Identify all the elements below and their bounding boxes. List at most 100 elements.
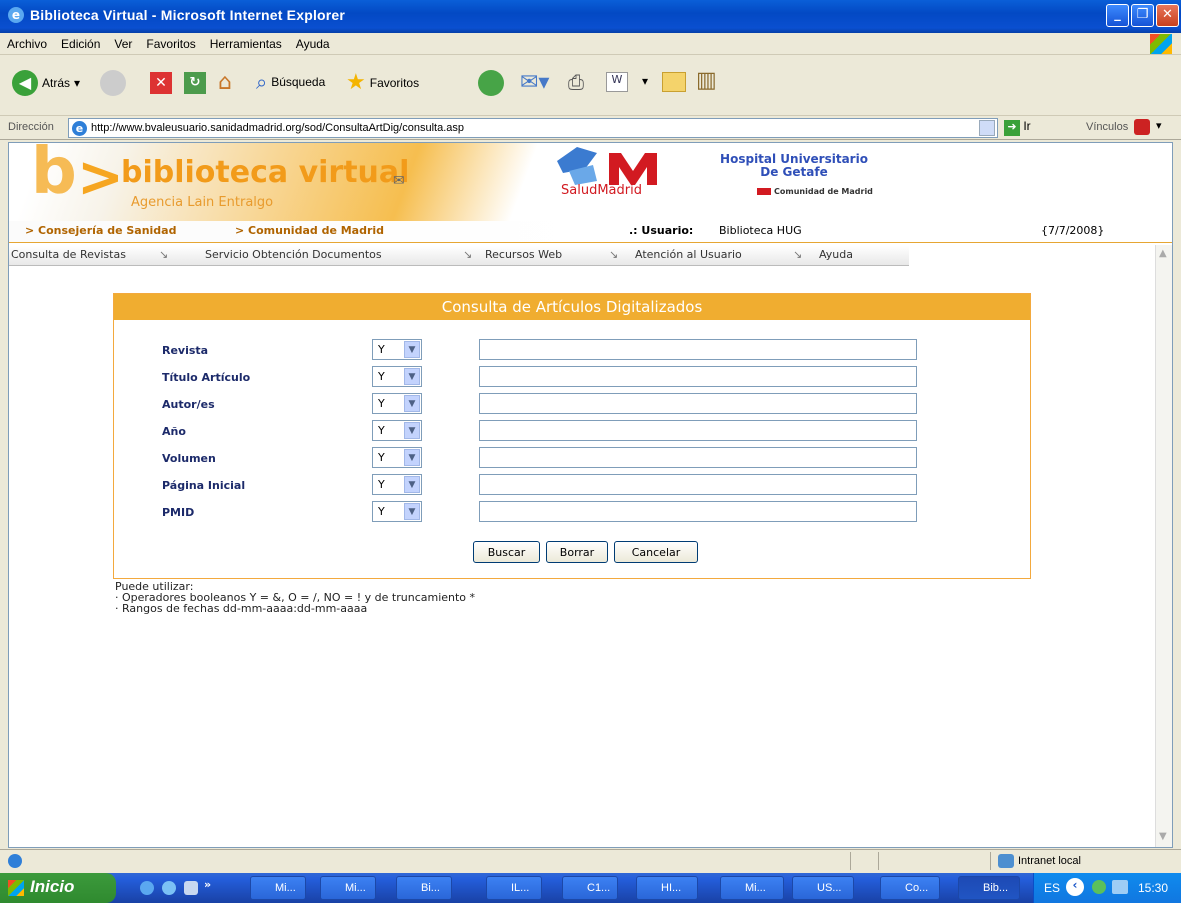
menu-favoritos[interactable]: Favoritos — [139, 33, 202, 51]
language-indicator[interactable]: ES — [1044, 881, 1060, 895]
status-divider — [850, 852, 851, 870]
window-titlebar: e Biblioteca Virtual - Microsoft Interne… — [0, 0, 1181, 33]
maximize-button[interactable]: ❐ — [1131, 4, 1154, 27]
logo-arrow-icon: > — [77, 145, 124, 210]
menu-ayuda[interactable]: Ayuda — [289, 33, 337, 51]
nav-consulta-revistas[interactable]: Consulta de Revistas — [11, 244, 126, 268]
session-date: {7/7/2008} — [1041, 224, 1105, 237]
input-revista[interactable] — [479, 339, 917, 360]
input-volumen[interactable] — [479, 447, 917, 468]
link-comunidad[interactable]: > Comunidad de Madrid — [235, 224, 384, 237]
operator-select-volumen[interactable]: Y ▼ — [372, 447, 422, 468]
menu-ver[interactable]: Ver — [107, 33, 139, 51]
minimize-button[interactable]: _ — [1106, 4, 1129, 27]
label-titulo-articulo: Título Artículo — [162, 371, 251, 384]
status-bar: Intranet local — [0, 849, 1181, 873]
hospital-name: Hospital Universitario De Getafe — [699, 153, 889, 179]
operator-select-pagina[interactable]: Y ▼ — [372, 474, 422, 495]
chevron-down-icon: ▼ — [404, 422, 420, 439]
links-label[interactable]: Vínculos — [1086, 121, 1128, 133]
monitor-icon[interactable] — [1112, 880, 1128, 894]
menu-edicion[interactable]: Edición — [54, 33, 107, 51]
nav-ayuda[interactable]: Ayuda — [819, 244, 853, 268]
start-button[interactable]: Inicio — [0, 873, 116, 903]
chevron-right-icon[interactable]: » — [204, 878, 211, 891]
header-links: > Consejería de Sanidad > Comunidad de M… — [9, 221, 1172, 241]
network-icon[interactable] — [1092, 880, 1106, 894]
link-consejeria[interactable]: > Consejería de Sanidad — [25, 224, 176, 237]
taskbar-button[interactable]: Mi... — [320, 876, 376, 900]
nav-servicio-obtencion[interactable]: Servicio Obtención Documentos — [205, 244, 382, 268]
go-label: Ir — [1023, 119, 1031, 133]
taskbar-button[interactable]: IL... — [486, 876, 542, 900]
taskbar-button[interactable]: Bi... — [396, 876, 452, 900]
go-button[interactable]: ➜ Ir — [1004, 119, 1031, 136]
taskbar-button[interactable]: Mi... — [250, 876, 306, 900]
mail-icon[interactable]: ✉ — [393, 173, 405, 189]
search-icon: ⌕ — [256, 70, 268, 94]
chevron-down-icon[interactable] — [979, 120, 995, 136]
forward-arrow-icon[interactable] — [100, 70, 126, 96]
input-autores[interactable] — [479, 393, 917, 414]
taskbar-button[interactable]: C1... — [562, 876, 618, 900]
input-pmid[interactable] — [479, 501, 917, 522]
operator-select-autores[interactable]: Y ▼ — [372, 393, 422, 414]
taskbar-button[interactable]: US... — [792, 876, 854, 900]
back-button[interactable]: ◀ Atrás ▾ — [12, 70, 80, 96]
nav-arrow-icon: ↘ — [609, 248, 619, 261]
input-titulo-articulo[interactable] — [479, 366, 917, 387]
folder-icon[interactable] — [662, 72, 686, 92]
search-submit-button[interactable]: Buscar — [473, 541, 540, 563]
ie-window-icon: e — [8, 7, 24, 23]
vertical-scrollbar[interactable]: ▲ ▼ — [1155, 245, 1172, 847]
toolbar: ◀ Atrás ▾ ✕ ↻ ⌂ ⌕ Búsqueda ★ Favoritos ✉▾… — [0, 56, 1181, 116]
print-icon[interactable]: ⎙ — [568, 70, 584, 94]
cancel-button[interactable]: Cancelar — [614, 541, 698, 563]
label-pagina-inicial: Página Inicial — [162, 479, 246, 492]
taskbar-button[interactable]: Co... — [880, 876, 940, 900]
back-arrow-icon: ◀ — [12, 70, 38, 96]
label-anio: Año — [162, 425, 186, 438]
chevron-down-icon[interactable]: ▾ — [1156, 119, 1162, 132]
search-label: Búsqueda — [271, 75, 326, 89]
scroll-up-icon[interactable]: ▲ — [1159, 248, 1167, 259]
windows-logo-icon — [1150, 34, 1172, 54]
nav-recursos-web[interactable]: Recursos Web — [485, 244, 562, 268]
chevron-left-icon[interactable]: ‹ — [1066, 878, 1084, 896]
operator-select-titulo[interactable]: Y ▼ — [372, 366, 422, 387]
home-icon[interactable]: ⌂ — [218, 70, 232, 95]
form-title: Consulta de Artículos Digitalizados — [114, 294, 1030, 320]
scroll-down-icon[interactable]: ▼ — [1159, 831, 1167, 842]
input-pagina-inicial[interactable] — [479, 474, 917, 495]
operator-select-anio[interactable]: Y ▼ — [372, 420, 422, 441]
operator-select-pmid[interactable]: Y ▼ — [372, 501, 422, 522]
taskbar-button[interactable]: Mi... — [720, 876, 784, 900]
close-button[interactable]: ✕ — [1156, 4, 1179, 27]
taskbar-button[interactable]: HI... — [636, 876, 698, 900]
taskbar-button-active[interactable]: Bib... — [958, 876, 1020, 900]
comunidad-madrid-label: Comunidad de Madrid — [757, 187, 873, 196]
menu-herramientas[interactable]: Herramientas — [203, 33, 289, 51]
menu-archivo[interactable]: Archivo — [0, 33, 54, 51]
refresh-icon[interactable]: ↻ — [184, 72, 206, 94]
history-icon[interactable] — [478, 70, 504, 96]
acrobat-icon[interactable] — [1134, 119, 1150, 135]
stop-icon[interactable]: ✕ — [150, 72, 172, 94]
favorites-button[interactable]: ★ Favoritos — [346, 70, 419, 95]
edit-icon[interactable]: W — [606, 72, 628, 92]
clock: 15:30 — [1138, 881, 1169, 895]
brand-title: biblioteca virtual — [121, 155, 410, 190]
search-button[interactable]: ⌕ Búsqueda — [256, 70, 325, 94]
media-quicklaunch-icon[interactable] — [184, 881, 198, 895]
browser-quicklaunch-icon[interactable] — [162, 881, 176, 895]
operator-select-revista[interactable]: Y ▼ — [372, 339, 422, 360]
input-anio[interactable] — [479, 420, 917, 441]
go-arrow-icon: ➜ — [1004, 120, 1020, 136]
ie-quicklaunch-icon[interactable] — [140, 881, 154, 895]
research-icon[interactable]: ▥ — [696, 68, 717, 93]
clear-button[interactable]: Borrar — [546, 541, 608, 563]
url-field[interactable]: e http://www.bvaleusuario.sanidadmadrid.… — [68, 118, 998, 138]
mail-icon[interactable]: ✉▾ — [520, 70, 549, 95]
chevron-down-icon[interactable]: ▾ — [642, 74, 648, 88]
nav-atencion-usuario[interactable]: Atención al Usuario — [635, 244, 742, 268]
